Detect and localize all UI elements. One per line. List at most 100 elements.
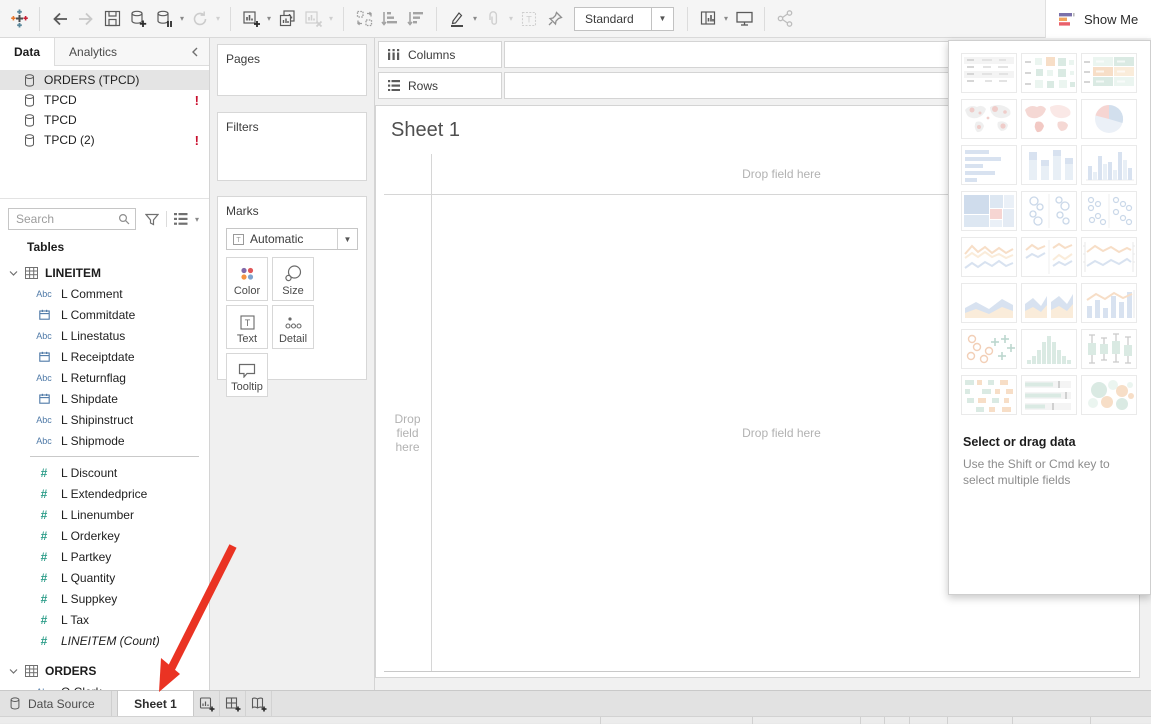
field-o-clerk[interactable]: AbcO Clerk <box>0 681 209 690</box>
pause-data-updates-button[interactable] <box>151 6 177 32</box>
sort-ascending-button[interactable] <box>377 6 403 32</box>
field-l-linenumber[interactable]: #L Linenumber <box>0 504 209 525</box>
new-dashboard-tab-button[interactable] <box>220 691 246 716</box>
fit-view-caret-icon[interactable]: ▼ <box>651 8 673 30</box>
text-annotation-button[interactable]: T <box>516 6 542 32</box>
field-l-extendedprice[interactable]: #L Extendedprice <box>0 483 209 504</box>
showme-circle-views-thumbnail[interactable] <box>1021 191 1077 231</box>
tab-sheet-1[interactable]: Sheet 1 <box>117 691 194 716</box>
new-worksheet-caret-icon[interactable]: ▾ <box>264 14 274 23</box>
showme-text-table-thumbnail[interactable] <box>961 53 1017 93</box>
showme-side-by-side-circles-thumbnail[interactable] <box>1081 191 1137 231</box>
showme-scatter-plot-thumbnail[interactable] <box>961 329 1017 369</box>
attach-button[interactable] <box>480 6 506 32</box>
search-box[interactable] <box>8 208 136 230</box>
showme-side-by-side-bars-thumbnail[interactable] <box>1081 145 1137 185</box>
pages-card[interactable]: Pages <box>217 44 367 96</box>
table-orders[interactable]: ORDERS <box>0 660 209 681</box>
refresh-data-button[interactable] <box>187 6 213 32</box>
field-l-commitdate[interactable]: L Commitdate <box>0 304 209 325</box>
showme-horizontal-bars-thumbnail[interactable] <box>961 145 1017 185</box>
showme-heat-map-thumbnail[interactable] <box>1081 53 1137 93</box>
field-l-quantity[interactable]: #L Quantity <box>0 567 209 588</box>
showme-discrete-area-thumbnail[interactable] <box>1021 283 1077 323</box>
filter-fields-icon[interactable] <box>145 213 159 226</box>
field-l-orderkey[interactable]: #L Orderkey <box>0 525 209 546</box>
datasource-item-2[interactable]: TPCD <box>0 110 209 130</box>
showme-treemap-thumbnail[interactable] <box>961 191 1017 231</box>
field-l-shipinstruct[interactable]: AbcL Shipinstruct <box>0 409 209 430</box>
table-lineitem[interactable]: LINEITEM <box>0 262 209 283</box>
showme-highlight-table-thumbnail[interactable] <box>1021 53 1077 93</box>
new-story-tab-button[interactable] <box>246 691 272 716</box>
chevron-down-icon[interactable] <box>9 667 18 675</box>
field-l-discount[interactable]: #L Discount <box>0 462 209 483</box>
highlight-caret-icon[interactable]: ▾ <box>470 14 480 23</box>
rows-shelf[interactable] <box>504 72 951 99</box>
refresh-data-caret-icon[interactable]: ▾ <box>213 14 223 23</box>
showme-histogram-thumbnail[interactable] <box>1021 329 1077 369</box>
field-l-receiptdate[interactable]: L Receiptdate <box>0 346 209 367</box>
share-button[interactable] <box>772 6 798 32</box>
showme-box-and-whisker-thumbnail[interactable] <box>1081 329 1137 369</box>
tooltip-button[interactable]: Tooltip <box>226 353 268 397</box>
showme-dual-lines-thumbnail[interactable] <box>1081 237 1137 277</box>
tab-data-source[interactable]: Data Source <box>0 691 112 716</box>
show-hide-cards-button[interactable] <box>695 6 721 32</box>
filters-card[interactable]: Filters <box>217 112 367 181</box>
datasource-item-3[interactable]: TPCD (2)! <box>0 130 209 150</box>
save-button[interactable] <box>99 6 125 32</box>
field-l-partkey[interactable]: #L Partkey <box>0 546 209 567</box>
show-hide-cards-caret-icon[interactable]: ▾ <box>721 14 731 23</box>
search-input[interactable] <box>9 212 118 226</box>
fit-view-selector[interactable]: Standard ▼ <box>574 7 674 31</box>
showme-continuous-area-thumbnail[interactable] <box>961 283 1017 323</box>
color-button[interactable]: Color <box>226 257 268 301</box>
fix-axes-pin-button[interactable] <box>542 6 568 32</box>
field-l-tax[interactable]: #L Tax <box>0 609 209 630</box>
datasource-item-1[interactable]: TPCD! <box>0 90 209 110</box>
detail-button[interactable]: Detail <box>272 305 314 349</box>
mark-type-caret-icon[interactable]: ▼ <box>337 229 357 249</box>
showme-continuous-lines-thumbnail[interactable] <box>961 237 1017 277</box>
size-button[interactable]: Size <box>272 257 314 301</box>
redo-button[interactable] <box>73 6 99 32</box>
showme-symbol-map-thumbnail[interactable] <box>961 99 1017 139</box>
showme-filled-map-thumbnail[interactable] <box>1021 99 1077 139</box>
showme-dual-combination-thumbnail[interactable] <box>1081 283 1137 323</box>
showme-bullet-graph-thumbnail[interactable] <box>1021 375 1077 415</box>
showme-pie-chart-thumbnail[interactable] <box>1081 99 1137 139</box>
sort-descending-button[interactable] <box>403 6 429 32</box>
field-l-suppkey[interactable]: #L Suppkey <box>0 588 209 609</box>
new-worksheet-button[interactable] <box>238 6 264 32</box>
chevron-down-icon[interactable] <box>9 269 18 277</box>
showme-discrete-lines-thumbnail[interactable] <box>1021 237 1077 277</box>
pause-data-caret-icon[interactable]: ▾ <box>177 14 187 23</box>
columns-shelf[interactable] <box>504 41 951 68</box>
new-data-source-button[interactable] <box>125 6 151 32</box>
showme-packed-bubbles-thumbnail[interactable] <box>1081 375 1137 415</box>
duplicate-sheet-button[interactable] <box>274 6 300 32</box>
undo-button[interactable] <box>47 6 73 32</box>
showme-stacked-bars-thumbnail[interactable] <box>1021 145 1077 185</box>
collapse-pane-icon[interactable] <box>181 38 209 65</box>
field-l-comment[interactable]: AbcL Comment <box>0 283 209 304</box>
swap-rows-columns-button[interactable] <box>351 6 377 32</box>
drop-zone-rows[interactable]: Drop field here <box>384 194 431 672</box>
field-l-returnflag[interactable]: AbcL Returnflag <box>0 367 209 388</box>
clear-sheet-button[interactable] <box>300 6 326 32</box>
tab-analytics[interactable]: Analytics <box>55 38 131 65</box>
field-l-shipdate[interactable]: L Shipdate <box>0 388 209 409</box>
view-options-icon[interactable] <box>174 213 188 225</box>
field-lineitem-count-[interactable]: #LINEITEM (Count) <box>0 630 209 651</box>
attach-caret-icon[interactable]: ▾ <box>506 14 516 23</box>
view-options-caret-icon[interactable]: ▾ <box>192 215 202 224</box>
field-l-linestatus[interactable]: AbcL Linestatus <box>0 325 209 346</box>
text-button[interactable]: T Text <box>226 305 268 349</box>
new-worksheet-tab-button[interactable] <box>194 691 220 716</box>
showme-gantt-thumbnail[interactable] <box>961 375 1017 415</box>
clear-sheet-caret-icon[interactable]: ▾ <box>326 14 336 23</box>
field-l-shipmode[interactable]: AbcL Shipmode <box>0 430 209 451</box>
presentation-mode-button[interactable] <box>731 6 757 32</box>
tab-data[interactable]: Data <box>0 38 55 66</box>
